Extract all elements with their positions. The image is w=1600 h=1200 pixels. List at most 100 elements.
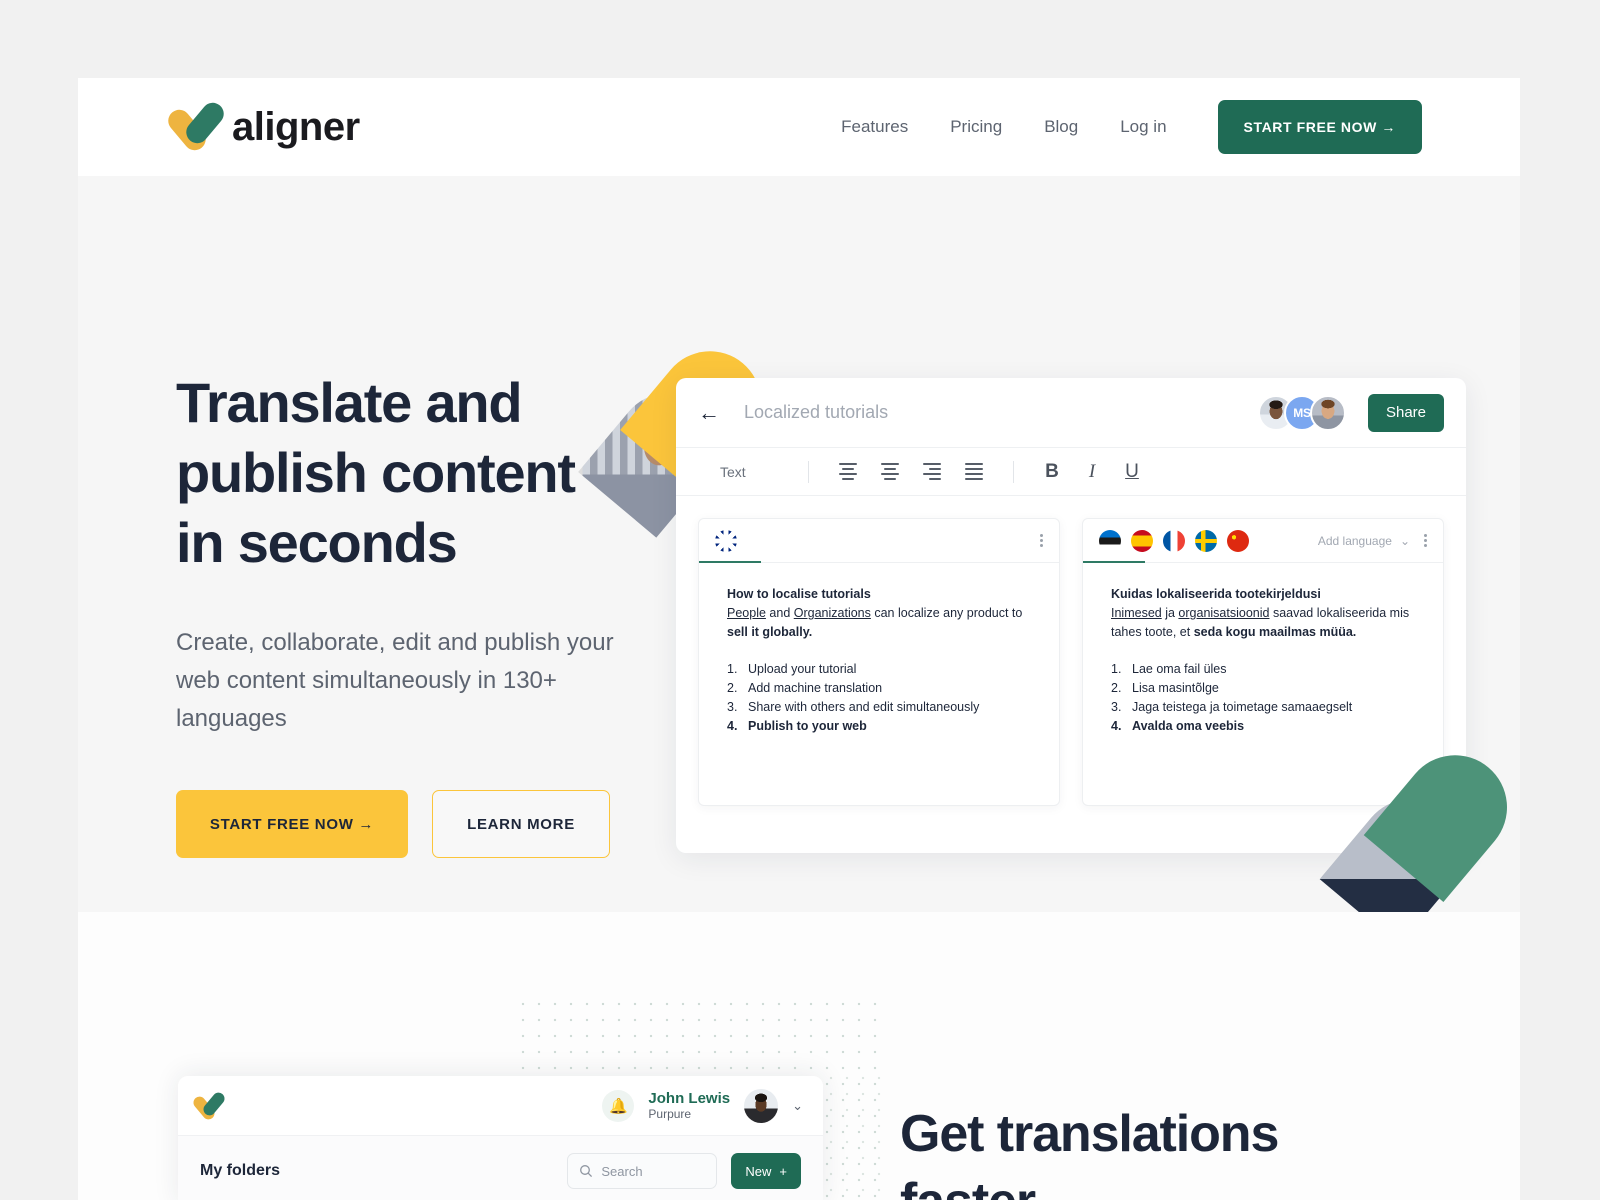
search-placeholder: Search — [601, 1163, 643, 1179]
hero-section: Translate and publish content in seconds… — [78, 176, 1520, 912]
chevron-down-icon: ⌄ — [1399, 533, 1410, 548]
list-text: Avalda oma veebis — [1132, 719, 1245, 733]
list-text: Upload your tutorial — [748, 662, 857, 676]
list-item: 2. Add machine translation — [727, 679, 1031, 698]
list-number: 3. — [1111, 700, 1122, 714]
new-button-label: New — [745, 1163, 772, 1179]
my-folders-title: My folders — [200, 1162, 281, 1179]
toolbar-divider — [808, 460, 809, 483]
editor-toolbar: Text B I U — [676, 448, 1466, 496]
list-number: 1. — [727, 662, 738, 676]
list-item: 4. Avalda oma veebis — [1111, 717, 1415, 736]
share-button[interactable]: Share — [1367, 393, 1444, 432]
flag-cn-icon[interactable] — [1227, 529, 1249, 552]
translated-doc-content[interactable]: Kuidas lokaliseerida tootekirjeldusi Ini… — [1083, 563, 1443, 758]
source-doc-header — [699, 519, 1059, 563]
list-text: Add machine translation — [748, 681, 883, 695]
list-number: 3. — [727, 700, 738, 714]
add-language-dropdown[interactable]: Add language ⌄ — [1318, 534, 1410, 548]
text-bold-tail: sell it globally. — [727, 625, 813, 639]
dashboard-mockup: 🔔 John Lewis Purpure ⌄ My folders Search… — [178, 1076, 823, 1200]
dashboard-topbar: 🔔 John Lewis Purpure ⌄ — [178, 1076, 823, 1136]
align-center-icon[interactable] — [869, 463, 911, 480]
nav-item-pricing[interactable]: Pricing — [929, 117, 1023, 137]
list-item: 2. Lisa masintõlge — [1111, 679, 1415, 698]
italic-button[interactable]: I — [1072, 461, 1112, 483]
more-options-icon[interactable] — [1040, 534, 1043, 547]
features-heading-line-2: faster — [900, 1173, 1036, 1200]
logo[interactable]: aligner — [163, 98, 360, 155]
user-info[interactable]: John Lewis Purpure — [648, 1090, 730, 1122]
align-justify-icon[interactable] — [953, 463, 995, 480]
header-start-free-button[interactable]: START FREE NOW → — [1217, 100, 1422, 154]
avatar[interactable] — [1309, 394, 1346, 431]
list-number: 4. — [727, 719, 738, 733]
list-number: 4. — [1111, 719, 1122, 733]
avatar[interactable] — [744, 1088, 779, 1123]
link-organisatsioonid[interactable]: organisatsioonid — [1178, 606, 1269, 620]
nav-item-blog[interactable]: Blog — [1023, 117, 1099, 137]
hero-cta-group: START FREE NOW → LEARN MORE — [176, 790, 676, 858]
toolbar-text-style-label[interactable]: Text — [720, 464, 790, 480]
list-text: Publish to your web — [748, 719, 867, 733]
list-item: 3. Share with others and edit simultaneou… — [727, 698, 1031, 717]
flag-ee-icon[interactable] — [1099, 529, 1121, 552]
text-ja: ja — [1161, 606, 1179, 620]
bold-button[interactable]: B — [1032, 461, 1072, 483]
mockup-topbar: ← Localized tutorials MS Share — [676, 378, 1466, 448]
hero-heading-line-2: publish content — [176, 441, 576, 504]
search-input[interactable]: Search — [567, 1153, 718, 1189]
source-doc-list: 1. Upload your tutorial 2. Add machine tra… — [727, 660, 1031, 736]
decorative-capsule-green — [1319, 734, 1520, 912]
back-arrow-icon[interactable]: ← — [698, 400, 724, 426]
source-doc-content[interactable]: How to localise tutorials People and Org… — [699, 563, 1059, 758]
bell-icon[interactable]: 🔔 — [602, 1089, 635, 1122]
hero-learn-more-button[interactable]: LEARN MORE — [432, 790, 610, 858]
dot-pattern-decoration-small — [823, 1070, 885, 1200]
link-organizations[interactable]: Organizations — [794, 606, 871, 620]
translated-doc-list: 1. Lae oma fail üles 2. Lisa masintõlge 3.… — [1111, 660, 1415, 736]
hero-start-free-button[interactable]: START FREE NOW → — [176, 790, 408, 858]
flag-fr-icon[interactable] — [1163, 529, 1185, 552]
translated-doc-header: Add language ⌄ — [1083, 519, 1443, 563]
dashboard-logo-icon[interactable] — [191, 1089, 227, 1122]
add-language-label: Add language — [1317, 533, 1392, 548]
chevron-down-icon[interactable]: ⌄ — [792, 1098, 803, 1114]
list-text: Lisa masintõlge — [1132, 681, 1219, 695]
align-left-icon[interactable] — [827, 463, 869, 480]
list-item: 1. Upload your tutorial — [727, 660, 1031, 679]
hero-heading-line-1: Translate and — [176, 371, 523, 434]
list-item: 1. Lae oma fail üles — [1111, 660, 1415, 679]
flag-gb-icon[interactable] — [715, 529, 737, 552]
align-right-icon[interactable] — [911, 463, 953, 480]
list-text: Lae oma fail üles — [1132, 662, 1227, 676]
underline-button[interactable]: U — [1112, 461, 1152, 483]
list-item: 3. Jaga teistega ja toimetage samaaegselt — [1111, 698, 1415, 717]
nav-item-features[interactable]: Features — [820, 117, 929, 137]
features-heading-line-1: Get translations — [900, 1105, 1279, 1163]
list-text: Jaga teistega ja toimetage samaaegselt — [1132, 700, 1353, 714]
user-name: John Lewis — [648, 1089, 731, 1107]
list-number: 2. — [1111, 681, 1122, 695]
collaborator-avatars: MS — [1257, 394, 1346, 431]
link-people[interactable]: People — [727, 606, 766, 620]
plus-icon: + — [779, 1163, 787, 1179]
translated-doc-title: Kuidas lokaliseerida tootekirjeldusi — [1111, 587, 1321, 601]
list-item: 4. Publish to your web — [727, 717, 1031, 736]
flag-se-icon[interactable] — [1195, 529, 1217, 552]
mockup-document-title[interactable]: Localized tutorials — [744, 402, 1258, 423]
features-section: 🔔 John Lewis Purpure ⌄ My folders Search… — [78, 912, 1520, 1200]
list-number: 2. — [727, 681, 738, 695]
dashboard-user-area: 🔔 John Lewis Purpure ⌄ — [602, 1088, 803, 1123]
nav-item-login[interactable]: Log in — [1099, 117, 1187, 137]
dashboard-actions: Search New + — [567, 1153, 801, 1189]
user-organization: Purpure — [648, 1106, 692, 1121]
toolbar-divider — [1013, 460, 1014, 483]
link-inimesed[interactable]: Inimesed — [1111, 606, 1162, 620]
text-bold-tail: seda kogu maailmas müüa. — [1193, 625, 1357, 639]
source-doc-title: How to localise tutorials — [727, 587, 871, 601]
flag-es-icon[interactable] — [1131, 529, 1153, 552]
more-options-icon[interactable] — [1424, 534, 1427, 547]
new-folder-button[interactable]: New + — [731, 1153, 801, 1189]
dashboard-subheader: My folders Search New + — [178, 1136, 823, 1200]
